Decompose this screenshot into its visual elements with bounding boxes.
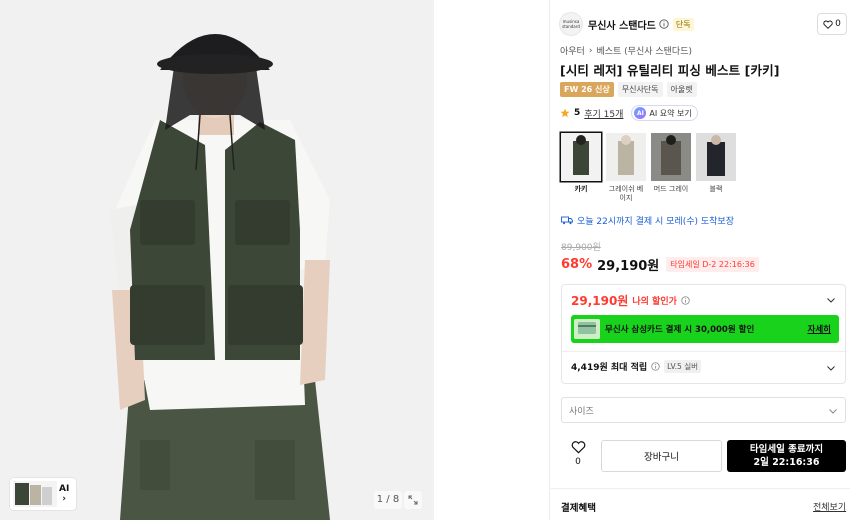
delivery-text: 오늘 22시까지 결제 시 모레(수) 도착보장 bbox=[577, 217, 734, 227]
product-title: [시티 레저] 유틸리티 피싱 베스트 [카키] bbox=[560, 63, 780, 78]
ai-summary-label: AI 요약 보기 bbox=[649, 108, 692, 118]
max-points: 4,419원 최대 적립 bbox=[571, 363, 648, 373]
my-price-label: 나의 할인가 bbox=[632, 297, 677, 307]
truck-icon bbox=[561, 216, 573, 225]
color-label: 머드 그레이 bbox=[653, 185, 689, 193]
like-count: 0 bbox=[575, 457, 581, 467]
review-link[interactable]: 후기 15개 bbox=[584, 107, 623, 120]
panel-divider bbox=[549, 0, 550, 520]
tag-exclusive: 무신사단독 bbox=[617, 82, 663, 97]
original-price: 89,900원 bbox=[561, 243, 601, 253]
product-tags: FW 26 신상 무신사단독 아울렛 bbox=[560, 82, 697, 97]
color-option-black[interactable]: 블랙 bbox=[696, 133, 736, 203]
expand-icon[interactable] bbox=[404, 491, 422, 509]
payment-benefits-title: 결제혜택 bbox=[561, 503, 596, 514]
brand-logo[interactable]: musinsa standard bbox=[560, 13, 582, 35]
card-detail-link[interactable]: 자세히 bbox=[808, 323, 831, 335]
color-swatch bbox=[651, 133, 691, 181]
add-to-cart-button[interactable]: 장바구니 bbox=[601, 440, 722, 472]
buy-button-timer: 2일 22:16:36 bbox=[753, 457, 820, 468]
price-row: 68% 29,190원 타임세일 D-2 22:16:36 bbox=[561, 255, 759, 274]
color-option-khaki[interactable]: 카키 bbox=[561, 133, 601, 203]
like-button[interactable]: 0 bbox=[561, 440, 595, 474]
thumbnail-image bbox=[13, 481, 57, 507]
chevron-down-icon[interactable] bbox=[826, 363, 836, 373]
color-label: 블랙 bbox=[709, 185, 723, 193]
color-swatch bbox=[561, 133, 601, 181]
brand-like-button[interactable]: 0 bbox=[817, 13, 847, 35]
color-label: 카키 bbox=[574, 185, 588, 193]
rating-row: 5 후기 15개 AI AI 요약 보기 bbox=[560, 105, 698, 121]
card-divider bbox=[562, 351, 845, 352]
brand-row: musinsa standard 무신사 스탠다드 단독 bbox=[560, 12, 846, 36]
breadcrumb-item-category[interactable]: 아우터 bbox=[560, 44, 585, 57]
card-image bbox=[574, 319, 600, 339]
brand-name[interactable]: 무신사 스탠다드 bbox=[588, 17, 656, 32]
star-icon bbox=[560, 108, 570, 118]
brand-like-count: 0 bbox=[835, 19, 841, 29]
image-counter: 1 / 8 bbox=[374, 491, 402, 509]
model-image bbox=[0, 0, 434, 520]
chevron-down-icon[interactable] bbox=[826, 295, 836, 305]
color-option-mud-gray[interactable]: 머드 그레이 bbox=[651, 133, 691, 203]
gallery-thumbnail-strip[interactable]: AI › bbox=[10, 478, 76, 510]
tag-season: FW 26 신상 bbox=[560, 82, 614, 97]
exclusive-badge: 단독 bbox=[672, 17, 694, 31]
buy-button-label: 타임세일 종료까지 bbox=[749, 444, 824, 455]
chevron-right-icon: › bbox=[588, 45, 593, 56]
chevron-down-icon bbox=[829, 409, 837, 414]
color-option-grayish-beige[interactable]: 그레이쉬 베이지 bbox=[606, 133, 646, 203]
points-row[interactable]: 4,419원 최대 적립 LV.5 실버 bbox=[571, 360, 701, 373]
view-all-benefits-link[interactable]: 전체보기 bbox=[813, 500, 846, 513]
sale-price: 29,190원 bbox=[597, 259, 660, 274]
ai-summary-button[interactable]: AI AI 요약 보기 bbox=[631, 105, 698, 121]
card-promo-text: 무신사 삼성카드 결제 시 30,000원 할인 bbox=[605, 325, 755, 335]
buy-button[interactable]: 타임세일 종료까지 2일 22:16:36 bbox=[727, 440, 846, 472]
member-level-badge: LV.5 실버 bbox=[664, 360, 701, 373]
info-icon[interactable] bbox=[651, 362, 660, 371]
size-select-placeholder: 사이즈 bbox=[569, 406, 594, 417]
color-label: 그레이쉬 베이지 bbox=[608, 185, 644, 202]
size-select[interactable]: 사이즈 bbox=[561, 397, 846, 423]
info-icon[interactable] bbox=[659, 19, 669, 29]
product-photo[interactable]: AI › 1 / 8 bbox=[0, 0, 434, 520]
color-swatch bbox=[606, 133, 646, 181]
heart-icon bbox=[823, 20, 833, 29]
timesale-badge: 타임세일 D-2 22:16:36 bbox=[666, 257, 759, 272]
chevron-right-icon: › bbox=[62, 494, 67, 504]
tag-outlet: 아울렛 bbox=[666, 82, 697, 97]
info-icon[interactable] bbox=[681, 296, 690, 305]
ai-icon: AI bbox=[634, 107, 647, 119]
breadcrumb-item-subcategory[interactable]: 베스트 (무신사 스탠다드) bbox=[596, 44, 692, 57]
breadcrumb: 아우터 › 베스트 (무신사 스탠다드) bbox=[560, 44, 692, 58]
thumbnail-ai-label: AI › bbox=[59, 484, 70, 504]
section-divider bbox=[551, 488, 850, 489]
heart-icon bbox=[571, 441, 585, 454]
color-swatch bbox=[696, 133, 736, 181]
rating-score: 5 bbox=[574, 108, 581, 118]
delivery-guarantee: 오늘 22시까지 결제 시 모레(수) 도착보장 bbox=[561, 214, 734, 227]
discount-rate: 68% bbox=[561, 257, 593, 272]
color-options: 카키 그레이쉬 베이지 머드 그레이 블랙 bbox=[561, 133, 736, 203]
my-price-row[interactable]: 29,190원 나의 할인가 bbox=[571, 292, 690, 309]
my-price: 29,190원 bbox=[571, 294, 629, 308]
card-promo-banner[interactable]: 무신사 삼성카드 결제 시 30,000원 할인 자세히 bbox=[571, 315, 839, 343]
benefit-card: 29,190원 나의 할인가 무신사 삼성카드 결제 시 30,000원 할인 … bbox=[561, 284, 846, 384]
